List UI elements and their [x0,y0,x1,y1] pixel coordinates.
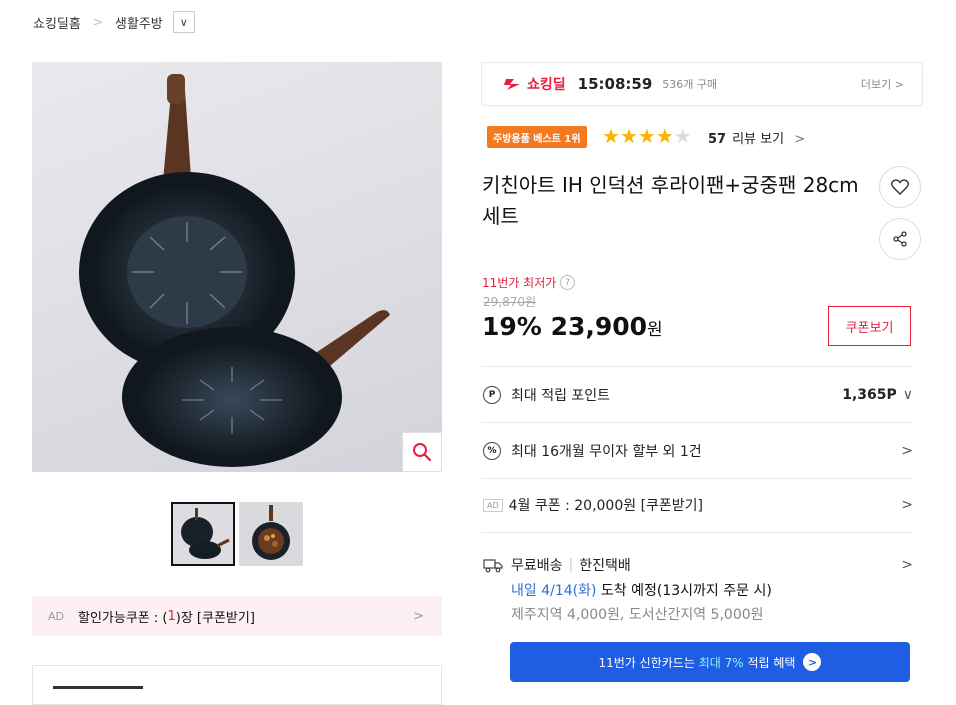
ad-label: AD [48,609,64,623]
thumbnail-cooking-image [252,505,290,560]
chevron-right-icon: > [894,78,904,91]
breadcrumb-home[interactable]: 쇼킹딜홈 [33,13,81,32]
divider [481,422,912,423]
carrier-name: 한진택배 [579,558,631,574]
points-row[interactable]: P 최대 적립 포인트 1,365P ∨ [483,384,913,406]
separator: | [568,557,574,573]
card-promo-highlight: 최대 7% [698,655,744,670]
chevron-right-icon: > [901,443,913,459]
points-value: 1,365P [842,387,897,403]
chevron-right-icon: > [92,15,103,29]
star-empty-icon: ★ [673,124,692,148]
review-count: 57 [708,132,727,147]
lowest-price-label: 11번가 최저가 ? [482,274,576,291]
card-promo-prefix: 11번가 신한카드는 [598,655,695,670]
shipping-row[interactable]: 무료배송 | 한진택배 > [483,554,913,576]
shocking-deal-logo-text: 쇼킹딜 [527,77,566,93]
deal-timer: 15:08:59 [577,75,653,93]
rating-stars: ★ ★ ★ ★ ★ [602,125,692,147]
arrival-note: (13시까지 주문 시) [656,583,772,599]
chevron-right-icon: > [901,557,913,573]
point-icon: P [483,386,501,404]
divider [481,478,912,479]
extra-shipping-fee: 제주지역 4,000원, 도서산간지역 5,000원 [511,607,764,623]
chevron-right-icon: > [901,497,913,513]
discount-rate: 19% [482,312,542,341]
truck-icon [483,559,503,573]
product-title: 키친아트 IH 인덕션 후라이팬+궁중팬 28cm 세트 [482,173,859,228]
card-benefit-button[interactable]: 11번가 신한카드는 최대 7% 적립 혜택 > [510,642,910,682]
coupon-view-button[interactable]: 쿠폰보기 [828,306,911,346]
breadcrumb-category[interactable]: 생활주방 [115,13,163,32]
sold-count: 536개 구매 [662,78,718,91]
frying-pans-illustration [79,74,390,467]
current-price: 23,900 [550,312,648,341]
product-main-image[interactable] [32,62,442,472]
divider [481,532,912,533]
coupon-bar-text-pre: 할인가능쿠폰 : ( [78,610,168,626]
thumbnail-pans-image [181,508,230,559]
free-shipping: 무료배송 [511,558,563,574]
star-icon: ★ [637,124,656,148]
star-icon: ★ [619,124,638,148]
more-link[interactable]: 더보기 > [861,76,904,92]
lightning-icon [504,79,520,90]
arrival-info: 내일 4/14(화) 도착 예정(13시까지 주문 시) [511,580,772,600]
card-promo-suffix: 적립 혜택 [747,655,796,670]
lowest-price-text: 11번가 최저가 [482,276,557,290]
original-price: 29,870원 [483,295,537,309]
percent-icon: % [483,442,501,460]
coupon-bar-text-post: )장 [쿠폰받기] [175,610,255,626]
thumbnail-2[interactable] [239,502,303,566]
installment-label: 최대 16개월 무이자 할부 외 1건 [511,444,702,460]
bottom-panel [32,665,442,705]
shocking-deal-box: 쇼킹딜 15:08:59 536개 구매 더보기 > [481,62,923,106]
star-icon: ★ [655,124,674,148]
zoom-button[interactable] [402,432,442,472]
thumbnail-1[interactable] [171,502,235,566]
sale-price: 19% 23,900원 [482,312,663,341]
discount-coupon-bar[interactable]: AD 할인가능쿠폰 : (1)장 [쿠폰받기] > [32,596,442,636]
share-icon [893,231,907,247]
arrival-text: 도착 예정 [600,583,657,599]
review-label: 리뷰 보기 [732,132,785,147]
divider [481,366,912,367]
points-label: 최대 적립 포인트 [511,388,611,404]
arrival-date: 내일 4/14(화) [511,583,597,599]
april-coupon-row[interactable]: AD 4월 쿠폰 : 20,000원 [쿠폰받기] > [483,494,913,516]
best-badge: 주방용품 베스트 1위 [487,126,587,148]
more-link-label: 더보기 [860,78,892,91]
arrow-right-icon: > [803,653,822,671]
chevron-right-icon: > [413,608,424,624]
star-icon: ★ [602,124,620,148]
review-link[interactable]: 57 리뷰 보기 > [708,128,805,147]
chevron-right-icon: > [794,132,806,147]
ad-label: AD [483,498,503,512]
help-icon[interactable]: ? [560,275,576,290]
category-dropdown-button[interactable]: ∨ [172,11,195,33]
share-button[interactable] [879,218,921,260]
coupon-count: 1 [167,608,176,624]
breadcrumb: 쇼킹딜홈 > 생활주방 ∨ [33,10,195,34]
wishlist-button[interactable] [879,166,921,208]
installment-row[interactable]: % 최대 16개월 무이자 할부 외 1건 > [483,440,913,462]
heart-icon [891,179,909,195]
april-coupon-label: 4월 쿠폰 : 20,000원 [쿠폰받기] [508,498,704,514]
chevron-down-icon: ∨ [902,387,913,403]
currency-unit: 원 [647,320,663,340]
shocking-deal-logo: 쇼킹딜 [504,74,566,94]
chevron-down-icon: ∨ [179,15,188,29]
search-icon [413,443,432,462]
